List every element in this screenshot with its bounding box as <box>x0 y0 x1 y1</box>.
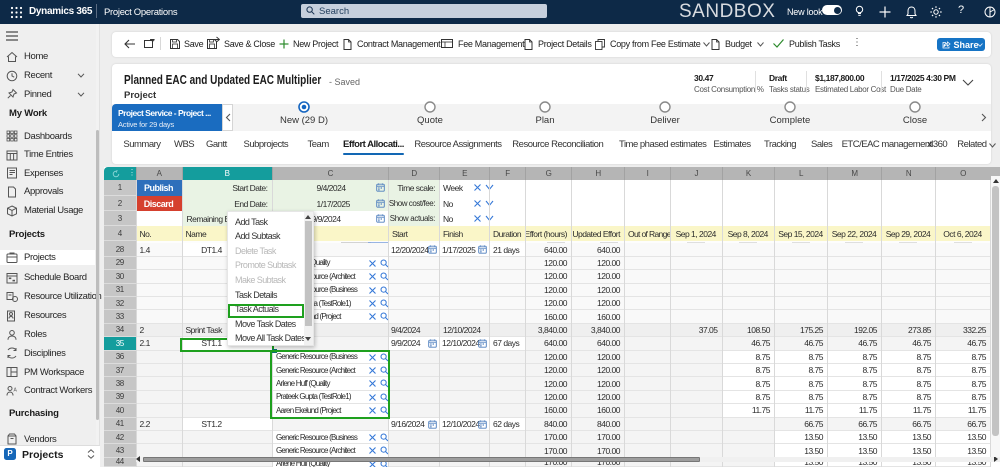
svg-text:A: A <box>14 387 18 393</box>
